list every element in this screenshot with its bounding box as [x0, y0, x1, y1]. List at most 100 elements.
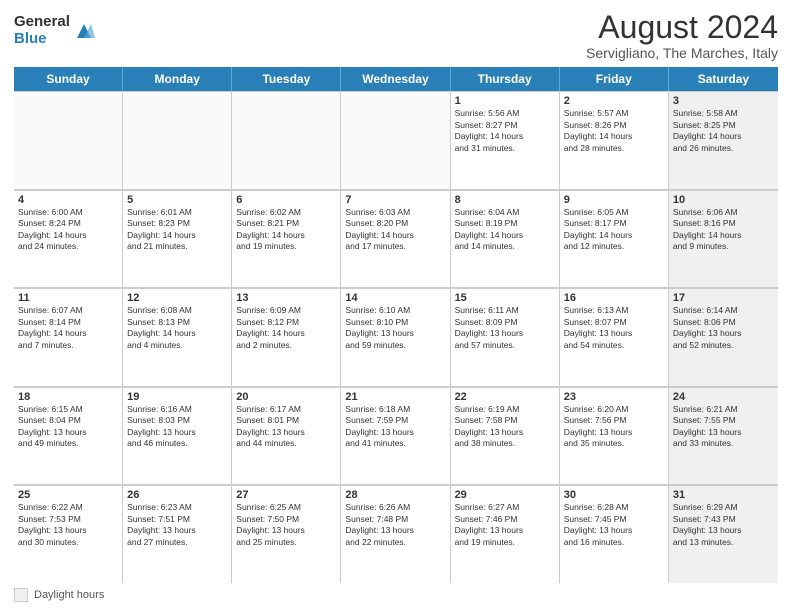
- cell-info: Sunrise: 6:03 AMSunset: 8:20 PMDaylight:…: [345, 207, 445, 253]
- day-number: 18: [18, 391, 118, 403]
- cal-cell-31: 31Sunrise: 6:29 AMSunset: 7:43 PMDayligh…: [669, 485, 778, 583]
- cal-cell-11: 11Sunrise: 6:07 AMSunset: 8:14 PMDayligh…: [14, 288, 123, 386]
- footer-label: Daylight hours: [34, 589, 104, 601]
- cell-info: Sunrise: 6:28 AMSunset: 7:45 PMDaylight:…: [564, 502, 664, 548]
- cell-info: Sunrise: 6:11 AMSunset: 8:09 PMDaylight:…: [455, 305, 555, 351]
- cal-cell-23: 23Sunrise: 6:20 AMSunset: 7:56 PMDayligh…: [560, 387, 669, 485]
- cell-info: Sunrise: 5:58 AMSunset: 8:25 PMDaylight:…: [673, 108, 774, 154]
- cal-cell-2: 2Sunrise: 5:57 AMSunset: 8:26 PMDaylight…: [560, 91, 669, 189]
- day-number: 23: [564, 391, 664, 403]
- cal-cell-17: 17Sunrise: 6:14 AMSunset: 8:06 PMDayligh…: [669, 288, 778, 386]
- cell-info: Sunrise: 5:56 AMSunset: 8:27 PMDaylight:…: [455, 108, 555, 154]
- cal-header-day-sunday: Sunday: [14, 67, 123, 91]
- day-number: 28: [345, 489, 445, 501]
- header-right: August 2024 Servigliano, The Marches, It…: [586, 10, 778, 61]
- cal-header-day-wednesday: Wednesday: [341, 67, 450, 91]
- day-number: 10: [673, 194, 774, 206]
- day-number: 16: [564, 292, 664, 304]
- logo-blue: Blue: [14, 31, 70, 48]
- logo-icon: [73, 20, 95, 42]
- cal-cell-12: 12Sunrise: 6:08 AMSunset: 8:13 PMDayligh…: [123, 288, 232, 386]
- cal-cell-13: 13Sunrise: 6:09 AMSunset: 8:12 PMDayligh…: [232, 288, 341, 386]
- cal-cell-10: 10Sunrise: 6:06 AMSunset: 8:16 PMDayligh…: [669, 190, 778, 288]
- cal-cell-9: 9Sunrise: 6:05 AMSunset: 8:17 PMDaylight…: [560, 190, 669, 288]
- logo-general: General: [14, 14, 70, 31]
- day-number: 13: [236, 292, 336, 304]
- cal-cell-29: 29Sunrise: 6:27 AMSunset: 7:46 PMDayligh…: [451, 485, 560, 583]
- cell-info: Sunrise: 5:57 AMSunset: 8:26 PMDaylight:…: [564, 108, 664, 154]
- day-number: 17: [673, 292, 774, 304]
- cal-row-3: 11Sunrise: 6:07 AMSunset: 8:14 PMDayligh…: [14, 288, 778, 387]
- cal-cell-19: 19Sunrise: 6:16 AMSunset: 8:03 PMDayligh…: [123, 387, 232, 485]
- day-number: 15: [455, 292, 555, 304]
- cell-info: Sunrise: 6:14 AMSunset: 8:06 PMDaylight:…: [673, 305, 774, 351]
- footer: Daylight hours: [14, 588, 778, 602]
- cell-info: Sunrise: 6:26 AMSunset: 7:48 PMDaylight:…: [345, 502, 445, 548]
- cell-info: Sunrise: 6:16 AMSunset: 8:03 PMDaylight:…: [127, 404, 227, 450]
- cell-info: Sunrise: 6:17 AMSunset: 8:01 PMDaylight:…: [236, 404, 336, 450]
- cell-info: Sunrise: 6:05 AMSunset: 8:17 PMDaylight:…: [564, 207, 664, 253]
- cal-row-4: 18Sunrise: 6:15 AMSunset: 8:04 PMDayligh…: [14, 387, 778, 486]
- cell-info: Sunrise: 6:29 AMSunset: 7:43 PMDaylight:…: [673, 502, 774, 548]
- day-number: 24: [673, 391, 774, 403]
- cal-cell-empty-3: [341, 91, 450, 189]
- calendar: SundayMondayTuesdayWednesdayThursdayFrid…: [14, 67, 778, 583]
- cal-cell-14: 14Sunrise: 6:10 AMSunset: 8:10 PMDayligh…: [341, 288, 450, 386]
- cal-cell-28: 28Sunrise: 6:26 AMSunset: 7:48 PMDayligh…: [341, 485, 450, 583]
- cell-info: Sunrise: 6:00 AMSunset: 8:24 PMDaylight:…: [18, 207, 118, 253]
- cal-cell-empty-2: [232, 91, 341, 189]
- cell-info: Sunrise: 6:27 AMSunset: 7:46 PMDaylight:…: [455, 502, 555, 548]
- page: General Blue August 2024 Servigliano, Th…: [0, 0, 792, 612]
- cal-cell-15: 15Sunrise: 6:11 AMSunset: 8:09 PMDayligh…: [451, 288, 560, 386]
- cal-header-day-friday: Friday: [560, 67, 669, 91]
- calendar-header: SundayMondayTuesdayWednesdayThursdayFrid…: [14, 67, 778, 91]
- cell-info: Sunrise: 6:04 AMSunset: 8:19 PMDaylight:…: [455, 207, 555, 253]
- cal-cell-21: 21Sunrise: 6:18 AMSunset: 7:59 PMDayligh…: [341, 387, 450, 485]
- cell-info: Sunrise: 6:23 AMSunset: 7:51 PMDaylight:…: [127, 502, 227, 548]
- day-number: 21: [345, 391, 445, 403]
- day-number: 25: [18, 489, 118, 501]
- cal-header-day-thursday: Thursday: [451, 67, 560, 91]
- cal-cell-24: 24Sunrise: 6:21 AMSunset: 7:55 PMDayligh…: [669, 387, 778, 485]
- cell-info: Sunrise: 6:02 AMSunset: 8:21 PMDaylight:…: [236, 207, 336, 253]
- day-number: 9: [564, 194, 664, 206]
- cell-info: Sunrise: 6:22 AMSunset: 7:53 PMDaylight:…: [18, 502, 118, 548]
- cell-info: Sunrise: 6:15 AMSunset: 8:04 PMDaylight:…: [18, 404, 118, 450]
- cell-info: Sunrise: 6:18 AMSunset: 7:59 PMDaylight:…: [345, 404, 445, 450]
- day-number: 22: [455, 391, 555, 403]
- day-number: 7: [345, 194, 445, 206]
- cal-cell-4: 4Sunrise: 6:00 AMSunset: 8:24 PMDaylight…: [14, 190, 123, 288]
- cal-cell-5: 5Sunrise: 6:01 AMSunset: 8:23 PMDaylight…: [123, 190, 232, 288]
- day-number: 6: [236, 194, 336, 206]
- day-number: 29: [455, 489, 555, 501]
- cell-info: Sunrise: 6:20 AMSunset: 7:56 PMDaylight:…: [564, 404, 664, 450]
- cal-cell-20: 20Sunrise: 6:17 AMSunset: 8:01 PMDayligh…: [232, 387, 341, 485]
- cal-cell-16: 16Sunrise: 6:13 AMSunset: 8:07 PMDayligh…: [560, 288, 669, 386]
- cal-header-day-tuesday: Tuesday: [232, 67, 341, 91]
- day-number: 3: [673, 95, 774, 107]
- cal-cell-30: 30Sunrise: 6:28 AMSunset: 7:45 PMDayligh…: [560, 485, 669, 583]
- logo-text: General Blue: [14, 14, 70, 47]
- cell-info: Sunrise: 6:09 AMSunset: 8:12 PMDaylight:…: [236, 305, 336, 351]
- cal-row-1: 1Sunrise: 5:56 AMSunset: 8:27 PMDaylight…: [14, 91, 778, 190]
- cell-info: Sunrise: 6:07 AMSunset: 8:14 PMDaylight:…: [18, 305, 118, 351]
- logo: General Blue: [14, 14, 95, 47]
- header: General Blue August 2024 Servigliano, Th…: [14, 10, 778, 61]
- day-number: 20: [236, 391, 336, 403]
- day-number: 5: [127, 194, 227, 206]
- cal-header-day-monday: Monday: [123, 67, 232, 91]
- day-number: 12: [127, 292, 227, 304]
- cal-cell-empty-1: [123, 91, 232, 189]
- cell-info: Sunrise: 6:06 AMSunset: 8:16 PMDaylight:…: [673, 207, 774, 253]
- cell-info: Sunrise: 6:25 AMSunset: 7:50 PMDaylight:…: [236, 502, 336, 548]
- month-title: August 2024: [586, 10, 778, 45]
- cal-cell-22: 22Sunrise: 6:19 AMSunset: 7:58 PMDayligh…: [451, 387, 560, 485]
- cal-cell-empty-0: [14, 91, 123, 189]
- day-number: 14: [345, 292, 445, 304]
- day-number: 11: [18, 292, 118, 304]
- cal-cell-25: 25Sunrise: 6:22 AMSunset: 7:53 PMDayligh…: [14, 485, 123, 583]
- cal-cell-1: 1Sunrise: 5:56 AMSunset: 8:27 PMDaylight…: [451, 91, 560, 189]
- cal-cell-8: 8Sunrise: 6:04 AMSunset: 8:19 PMDaylight…: [451, 190, 560, 288]
- day-number: 19: [127, 391, 227, 403]
- day-number: 31: [673, 489, 774, 501]
